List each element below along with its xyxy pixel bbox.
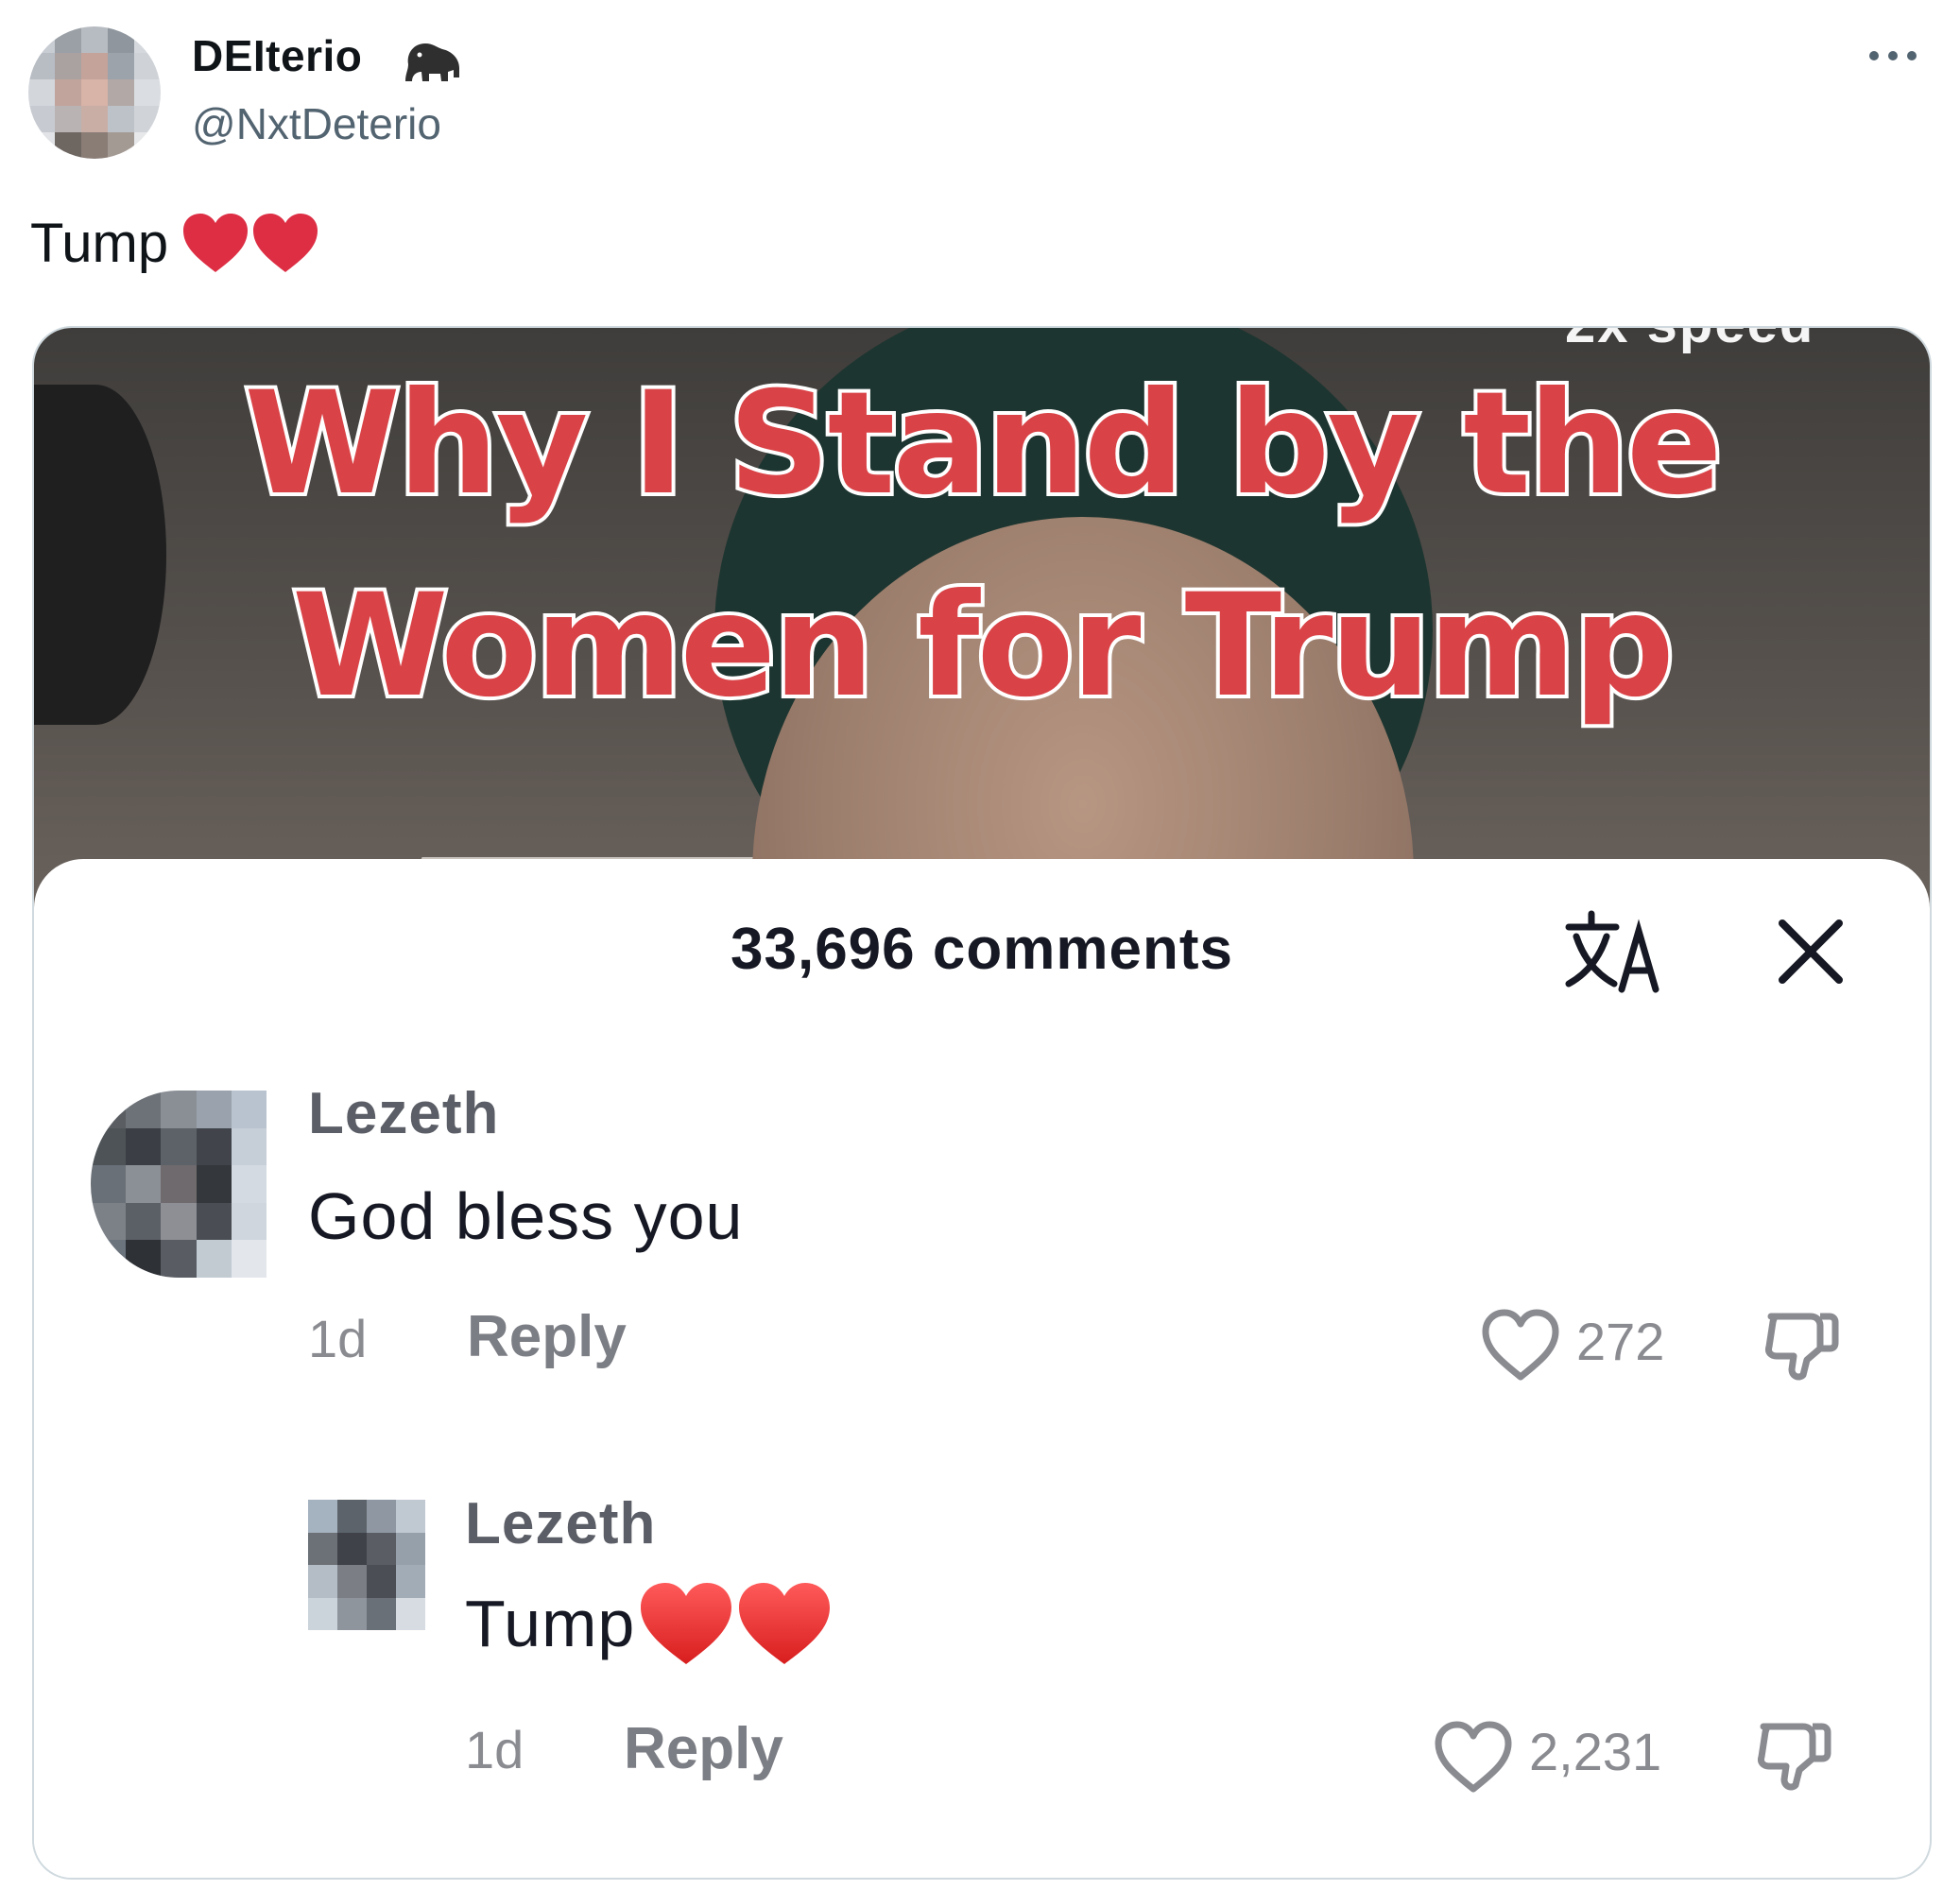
reply-time: 1d <box>465 1720 524 1779</box>
speed-caption: 2x speed <box>1565 328 1814 355</box>
reply-username[interactable]: Lezeth <box>465 1490 656 1557</box>
dislike-icon[interactable] <box>1754 1713 1833 1793</box>
gorilla-icon <box>405 43 459 81</box>
author-handle[interactable]: @NxtDeterio <box>192 98 441 149</box>
translate-icon[interactable] <box>1563 908 1669 995</box>
heart-outline-icon[interactable] <box>1480 1307 1561 1383</box>
tweet-text-content: Tump <box>30 212 169 274</box>
more-options-icon[interactable] <box>1869 42 1935 70</box>
heart-outline-icon[interactable] <box>1433 1719 1514 1795</box>
tweet-media[interactable]: 2x speed Why I Stand by the Women for Tr… <box>32 326 1932 1880</box>
video-title-line-2: Women for Trump <box>288 564 1678 729</box>
red-heart-emoji <box>253 214 318 272</box>
video-title-line-1: Why I Stand by the <box>240 362 1726 526</box>
reply-button[interactable]: Reply <box>624 1715 783 1782</box>
author-display-name[interactable]: DEIterio <box>192 30 362 81</box>
comment-text: God bless you <box>308 1179 744 1253</box>
reply-text: Tump <box>465 1577 835 1670</box>
comment-avatar[interactable] <box>91 1091 266 1278</box>
comment-time: 1d <box>308 1309 368 1368</box>
reply-text-content: Tump <box>465 1587 636 1660</box>
reply-avatar[interactable] <box>308 1500 425 1630</box>
dislike-icon[interactable] <box>1762 1303 1841 1383</box>
like-count: 272 <box>1576 1312 1665 1371</box>
comments-sheet: 33,696 comments Lezeth God bless you 1d … <box>34 859 1930 1878</box>
red-heart-emoji <box>641 1583 732 1664</box>
red-heart-emoji <box>739 1583 831 1664</box>
close-icon[interactable] <box>1775 916 1847 988</box>
comment-username[interactable]: Lezeth <box>308 1080 499 1147</box>
red-heart-emoji <box>183 214 249 272</box>
reply-button[interactable]: Reply <box>467 1303 627 1370</box>
author-avatar[interactable] <box>28 26 161 159</box>
tweet-text: Tump <box>30 210 321 276</box>
like-count: 2,231 <box>1529 1722 1662 1781</box>
video-frame[interactable]: 2x speed Why I Stand by the Women for Tr… <box>34 328 1930 914</box>
